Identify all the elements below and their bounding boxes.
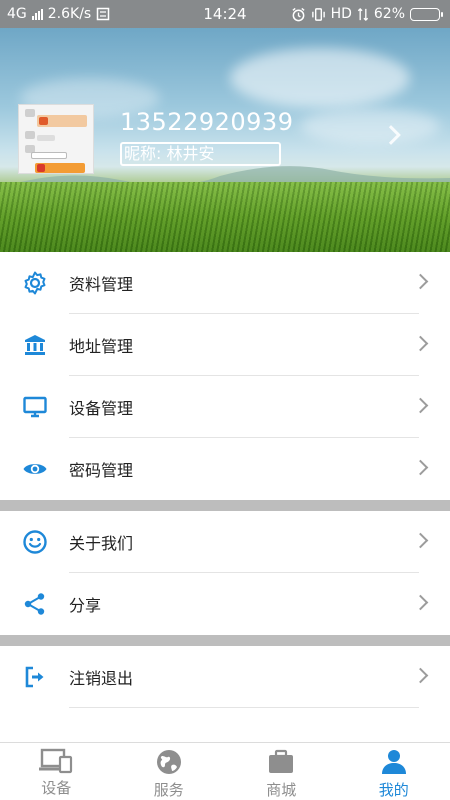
- chevron-right-icon: [412, 335, 429, 352]
- network-speed: 2.6K/s: [47, 6, 92, 22]
- menu-item-logout[interactable]: 注销退出: [0, 646, 450, 708]
- vibrate-icon: [311, 7, 325, 21]
- menu-item-label: 地址管理: [69, 337, 134, 356]
- devices-icon: [39, 748, 73, 774]
- cloud: [300, 108, 440, 144]
- nickname-field: 昵称: 林井安: [120, 142, 281, 166]
- tab-devices[interactable]: 设备: [0, 743, 113, 800]
- 4g-signal-icon: [357, 7, 369, 21]
- avatar[interactable]: [18, 104, 94, 174]
- monitor-icon: [20, 392, 50, 422]
- menu-item-label: 密码管理: [69, 461, 134, 480]
- menu-item-label: 分享: [69, 596, 102, 615]
- menu-item-password[interactable]: 密码管理: [0, 438, 450, 500]
- settings-menu: 资料管理 地址管理 设备管理 密码管理 关于我们 分享 注销退出: [0, 252, 450, 708]
- grass-field: [0, 182, 450, 252]
- cloud: [230, 48, 410, 108]
- globe-icon: [156, 750, 181, 774]
- chevron-right-icon: [412, 667, 429, 684]
- divider: [69, 707, 419, 708]
- chevron-right-icon: [412, 273, 429, 290]
- menu-item-label: 设备管理: [69, 399, 134, 418]
- tab-label: 服务: [153, 781, 184, 799]
- menu-item-about[interactable]: 关于我们: [0, 511, 450, 573]
- hd-indicator: HD: [330, 6, 352, 22]
- menu-item-label: 资料管理: [69, 275, 134, 294]
- tab-mall[interactable]: 商城: [225, 743, 338, 800]
- tab-mine[interactable]: 我的: [338, 743, 450, 800]
- bank-icon: [20, 330, 50, 360]
- menu-item-share[interactable]: 分享: [0, 573, 450, 635]
- tab-label: 我的: [378, 781, 409, 799]
- alarm-icon: [291, 7, 305, 21]
- chevron-right-icon: [412, 532, 429, 549]
- menu-item-address[interactable]: 地址管理: [0, 314, 450, 376]
- share-icon: [20, 589, 50, 619]
- logout-icon: [20, 662, 50, 692]
- tab-label: 设备: [41, 779, 72, 797]
- bottom-tab-bar: 设备 服务 商城 我的: [0, 742, 450, 800]
- chevron-right-icon: [412, 594, 429, 611]
- chevron-right-icon: [412, 459, 429, 476]
- menu-item-profile[interactable]: 资料管理: [0, 252, 450, 314]
- briefcase-icon: [269, 749, 294, 773]
- status-bar: 4G 2.6K/s 14:24 HD 62%: [0, 0, 450, 28]
- network-type: 4G: [7, 6, 27, 22]
- signal-icon: [31, 8, 43, 20]
- profile-header[interactable]: 13522920939 昵称: 林井安: [0, 28, 450, 252]
- menu-item-label: 关于我们: [69, 534, 134, 553]
- menu-item-devices[interactable]: 设备管理: [0, 376, 450, 438]
- smiley-icon: [20, 527, 50, 557]
- phone-number: 13522920939: [120, 108, 294, 136]
- chevron-right-icon: [412, 397, 429, 414]
- section-separator: [0, 635, 450, 646]
- battery-percent: 62%: [373, 6, 405, 22]
- section-separator: [0, 500, 450, 511]
- gear-icon: [20, 268, 50, 298]
- person-icon: [381, 750, 406, 774]
- tab-label: 商城: [266, 781, 297, 799]
- tab-services[interactable]: 服务: [113, 743, 226, 800]
- notification-icon: [96, 7, 110, 21]
- menu-item-label: 注销退出: [69, 669, 134, 688]
- eye-icon: [20, 454, 50, 484]
- battery-icon: [410, 7, 443, 21]
